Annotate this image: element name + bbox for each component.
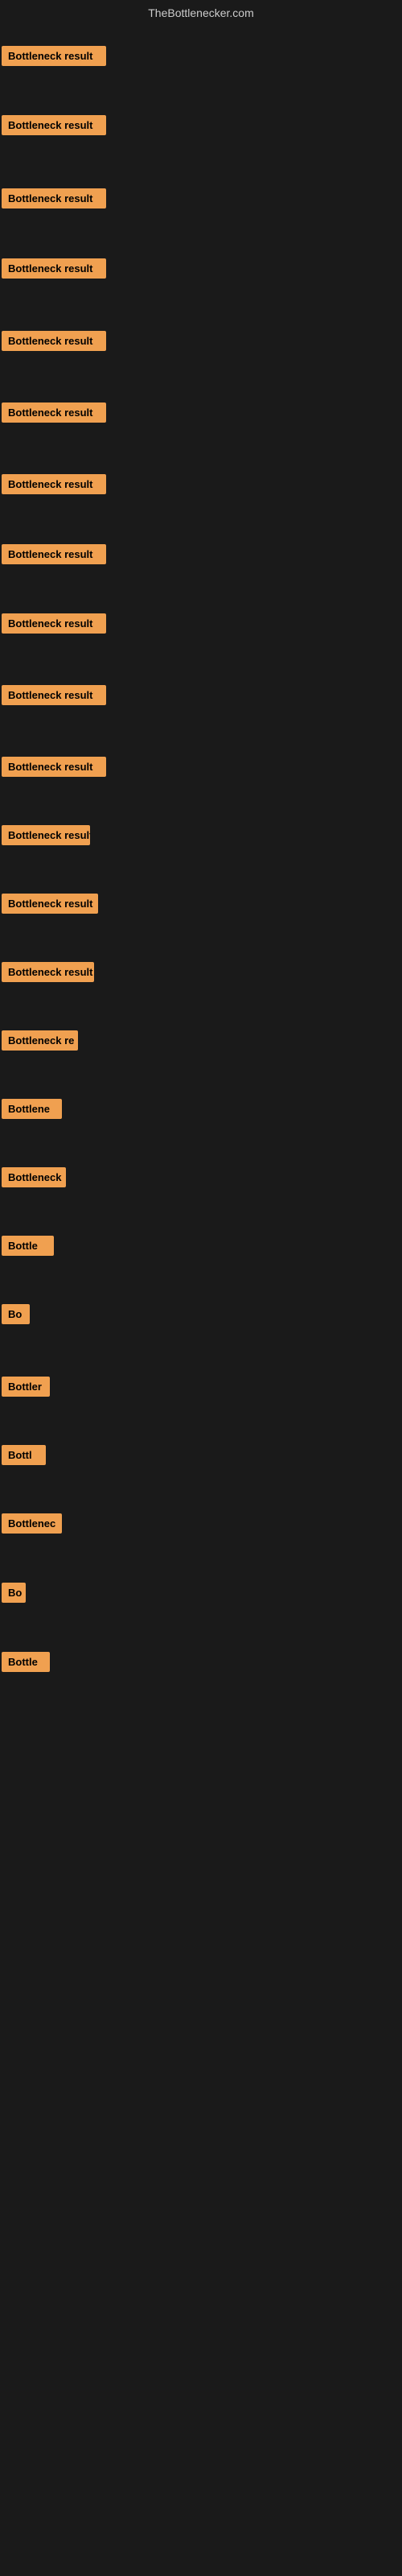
bottleneck-badge-12[interactable]: Bottleneck result bbox=[2, 825, 90, 845]
bottleneck-badge-2[interactable]: Bottleneck result bbox=[2, 115, 106, 135]
site-header: TheBottlenecker.com bbox=[0, 0, 402, 29]
bottleneck-badge-15[interactable]: Bottleneck re bbox=[2, 1030, 78, 1051]
site-title: TheBottlenecker.com bbox=[148, 6, 254, 19]
bottleneck-badge-17[interactable]: Bottleneck bbox=[2, 1167, 66, 1187]
bottleneck-badge-21[interactable]: Bottl bbox=[2, 1445, 46, 1465]
bottleneck-badge-5[interactable]: Bottleneck result bbox=[2, 331, 106, 351]
bottleneck-badge-16[interactable]: Bottlene bbox=[2, 1099, 62, 1119]
bottleneck-badge-4[interactable]: Bottleneck result bbox=[2, 258, 106, 279]
bottleneck-badge-3[interactable]: Bottleneck result bbox=[2, 188, 106, 208]
bottleneck-badge-14[interactable]: Bottleneck result bbox=[2, 962, 94, 982]
bottleneck-badge-11[interactable]: Bottleneck result bbox=[2, 757, 106, 777]
bottleneck-badge-23[interactable]: Bo bbox=[2, 1583, 26, 1603]
bottleneck-badge-22[interactable]: Bottlenec bbox=[2, 1513, 62, 1534]
bottleneck-badge-10[interactable]: Bottleneck result bbox=[2, 685, 106, 705]
bottleneck-badge-9[interactable]: Bottleneck result bbox=[2, 613, 106, 634]
bottleneck-badge-7[interactable]: Bottleneck result bbox=[2, 474, 106, 494]
bottleneck-badge-6[interactable]: Bottleneck result bbox=[2, 402, 106, 423]
bottleneck-badge-19[interactable]: Bo bbox=[2, 1304, 30, 1324]
bottleneck-badge-1[interactable]: Bottleneck result bbox=[2, 46, 106, 66]
bottleneck-badge-24[interactable]: Bottle bbox=[2, 1652, 50, 1672]
bottleneck-badge-18[interactable]: Bottle bbox=[2, 1236, 54, 1256]
bottleneck-badge-8[interactable]: Bottleneck result bbox=[2, 544, 106, 564]
bottleneck-badge-20[interactable]: Bottler bbox=[2, 1377, 50, 1397]
bottleneck-badge-13[interactable]: Bottleneck result bbox=[2, 894, 98, 914]
